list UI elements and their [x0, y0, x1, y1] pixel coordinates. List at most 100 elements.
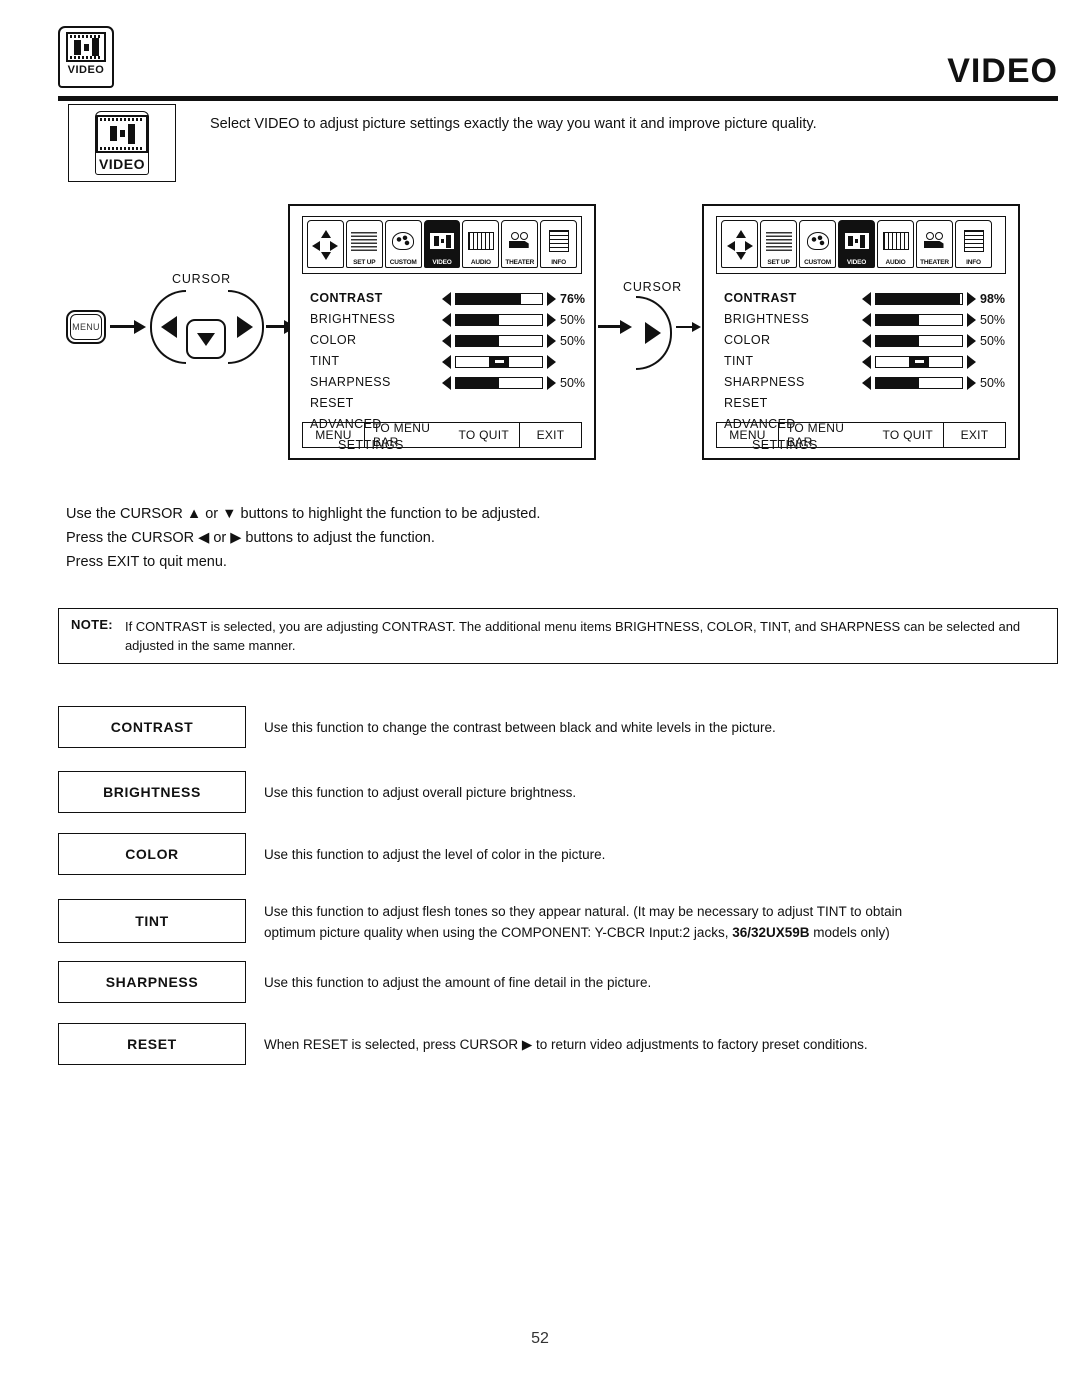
slider-center-notch [489, 356, 509, 367]
slider-increase-icon[interactable] [967, 354, 976, 369]
cursor-pad-icon [312, 229, 339, 260]
video-icon [843, 232, 870, 250]
osd-tab-video[interactable]: VIDEO [838, 220, 875, 268]
slider-increase-icon[interactable] [547, 354, 556, 369]
osd-tab-cursor[interactable] [721, 220, 758, 268]
menu-button[interactable]: MENU [66, 310, 106, 344]
slider-track[interactable] [455, 292, 543, 305]
instruction-line: Press the CURSOR ◀ or ▶ buttons to adjus… [66, 530, 435, 546]
footer-menu-button[interactable]: MENU [717, 423, 779, 447]
slider-decrease-icon[interactable] [442, 291, 451, 306]
slider-increase-icon[interactable] [547, 291, 556, 306]
osd-tab-art [388, 223, 418, 259]
page-number: 52 [531, 1330, 549, 1347]
slider-increase-icon[interactable] [967, 333, 976, 348]
slider-decrease-icon[interactable] [862, 312, 871, 327]
cursor-right-button[interactable] [228, 290, 264, 364]
slider-value: 50% [980, 312, 1006, 327]
osd-tab-video[interactable]: VIDEO [423, 220, 461, 268]
osd-item-color[interactable]: COLOR [724, 330, 818, 351]
osd-slider-row: 98% [862, 288, 1014, 309]
osd-tab-label: INFO [966, 259, 981, 266]
slider-track[interactable] [455, 334, 543, 347]
slider-value: 50% [560, 312, 586, 327]
intro-description: Select VIDEO to adjust picture settings … [210, 116, 817, 132]
function-desc-brightness: Use this function to adjust overall pict… [264, 784, 577, 800]
slider-decrease-icon[interactable] [862, 354, 871, 369]
osd-item-color[interactable]: COLOR [310, 330, 404, 351]
slider-increase-icon[interactable] [547, 333, 556, 348]
slider-decrease-icon[interactable] [442, 333, 451, 348]
osd-item-sharpness[interactable]: SHARPNESS [724, 372, 818, 393]
slider-decrease-icon[interactable] [442, 312, 451, 327]
slider-increase-icon[interactable] [967, 375, 976, 390]
osd-footer: MENU TO MENU BAR TO QUIT EXIT [716, 421, 1006, 449]
osd-tab-label: SET UP [767, 259, 790, 266]
slider-track[interactable] [875, 313, 963, 326]
slider-track[interactable] [875, 334, 963, 347]
osd-tab-audio[interactable]: AUDIO [462, 220, 500, 268]
osd-item-contrast[interactable]: CONTRAST [310, 288, 404, 309]
slider-track[interactable] [455, 376, 543, 389]
slider-decrease-icon[interactable] [442, 375, 451, 390]
cursor-left-button[interactable] [150, 290, 186, 364]
instruction-list: Use the CURSOR ▲ or ▼ buttons to highlig… [66, 502, 766, 574]
osd-tab-art [881, 223, 911, 259]
setup-icon [351, 231, 378, 251]
osd-item-tint[interactable]: TINT [724, 351, 818, 372]
osd-tab-label: CUSTOM [804, 259, 831, 266]
slider-track[interactable] [875, 292, 963, 305]
osd-icon-bar: SET UP CUSTOM VIDEO AUDIO THEATER INFO [716, 216, 1006, 274]
cursor-right-button-2[interactable] [636, 296, 672, 370]
footer-menu-button[interactable]: MENU [303, 423, 365, 447]
osd-tab-info[interactable]: INFO [540, 220, 578, 268]
footer-exit-button[interactable]: EXIT [519, 423, 581, 447]
slider-decrease-icon[interactable] [862, 291, 871, 306]
page-title: VIDEO [947, 52, 1058, 90]
osd-tab-theater[interactable]: THEATER [916, 220, 953, 268]
info-doc-icon [548, 230, 569, 252]
slider-decrease-icon[interactable] [862, 375, 871, 390]
slider-track[interactable] [875, 355, 963, 368]
osd-item-reset[interactable]: RESET [724, 393, 818, 414]
function-desc-contrast: Use this function to change the contrast… [264, 719, 776, 735]
osd-tab-theater[interactable]: THEATER [501, 220, 539, 268]
osd-tab-label: VIDEO [432, 259, 452, 266]
function-label-color: COLOR [58, 833, 246, 875]
osd-tab-set-up[interactable]: SET UP [760, 220, 797, 268]
cursor-right-icon [645, 322, 661, 344]
osd-tab-cursor[interactable] [307, 220, 344, 268]
intro-video-icon-card: VIDEO [95, 111, 149, 175]
osd-tab-info[interactable]: INFO [955, 220, 992, 268]
slider-track[interactable] [875, 376, 963, 389]
slider-increase-icon[interactable] [967, 291, 976, 306]
osd-tab-audio[interactable]: AUDIO [877, 220, 914, 268]
slider-decrease-icon[interactable] [442, 354, 451, 369]
slider-increase-icon[interactable] [547, 375, 556, 390]
osd-item-tint[interactable]: TINT [310, 351, 404, 372]
slider-track[interactable] [455, 313, 543, 326]
menu-button-label: MENU [70, 314, 102, 340]
osd-slider-row [442, 393, 594, 414]
osd-item-brightness[interactable]: BRIGHTNESS [724, 309, 818, 330]
osd-item-reset[interactable]: RESET [310, 393, 404, 414]
function-row-sharpness: SHARPNESS Use this function to adjust th… [58, 961, 1058, 1003]
cursor-down-button[interactable] [186, 319, 226, 359]
osd-tab-label: INFO [551, 259, 566, 266]
footer-to-quit: TO QUIT [882, 428, 933, 442]
slider-increase-icon[interactable] [967, 312, 976, 327]
osd-item-sharpness[interactable]: SHARPNESS [310, 372, 404, 393]
osd-tab-art [959, 223, 989, 259]
footer-exit-button[interactable]: EXIT [943, 423, 1005, 447]
osd-tab-set-up[interactable]: SET UP [345, 220, 383, 268]
slider-track[interactable] [455, 355, 543, 368]
osd-item-brightness[interactable]: BRIGHTNESS [310, 309, 404, 330]
osd-tab-custom[interactable]: CUSTOM [799, 220, 836, 268]
slider-decrease-icon[interactable] [862, 333, 871, 348]
osd-tab-art [349, 223, 379, 259]
osd-slider-row: 50% [862, 330, 1014, 351]
audio-keys-icon [467, 232, 494, 250]
osd-item-contrast[interactable]: CONTRAST [724, 288, 818, 309]
osd-tab-custom[interactable]: CUSTOM [384, 220, 422, 268]
slider-increase-icon[interactable] [547, 312, 556, 327]
